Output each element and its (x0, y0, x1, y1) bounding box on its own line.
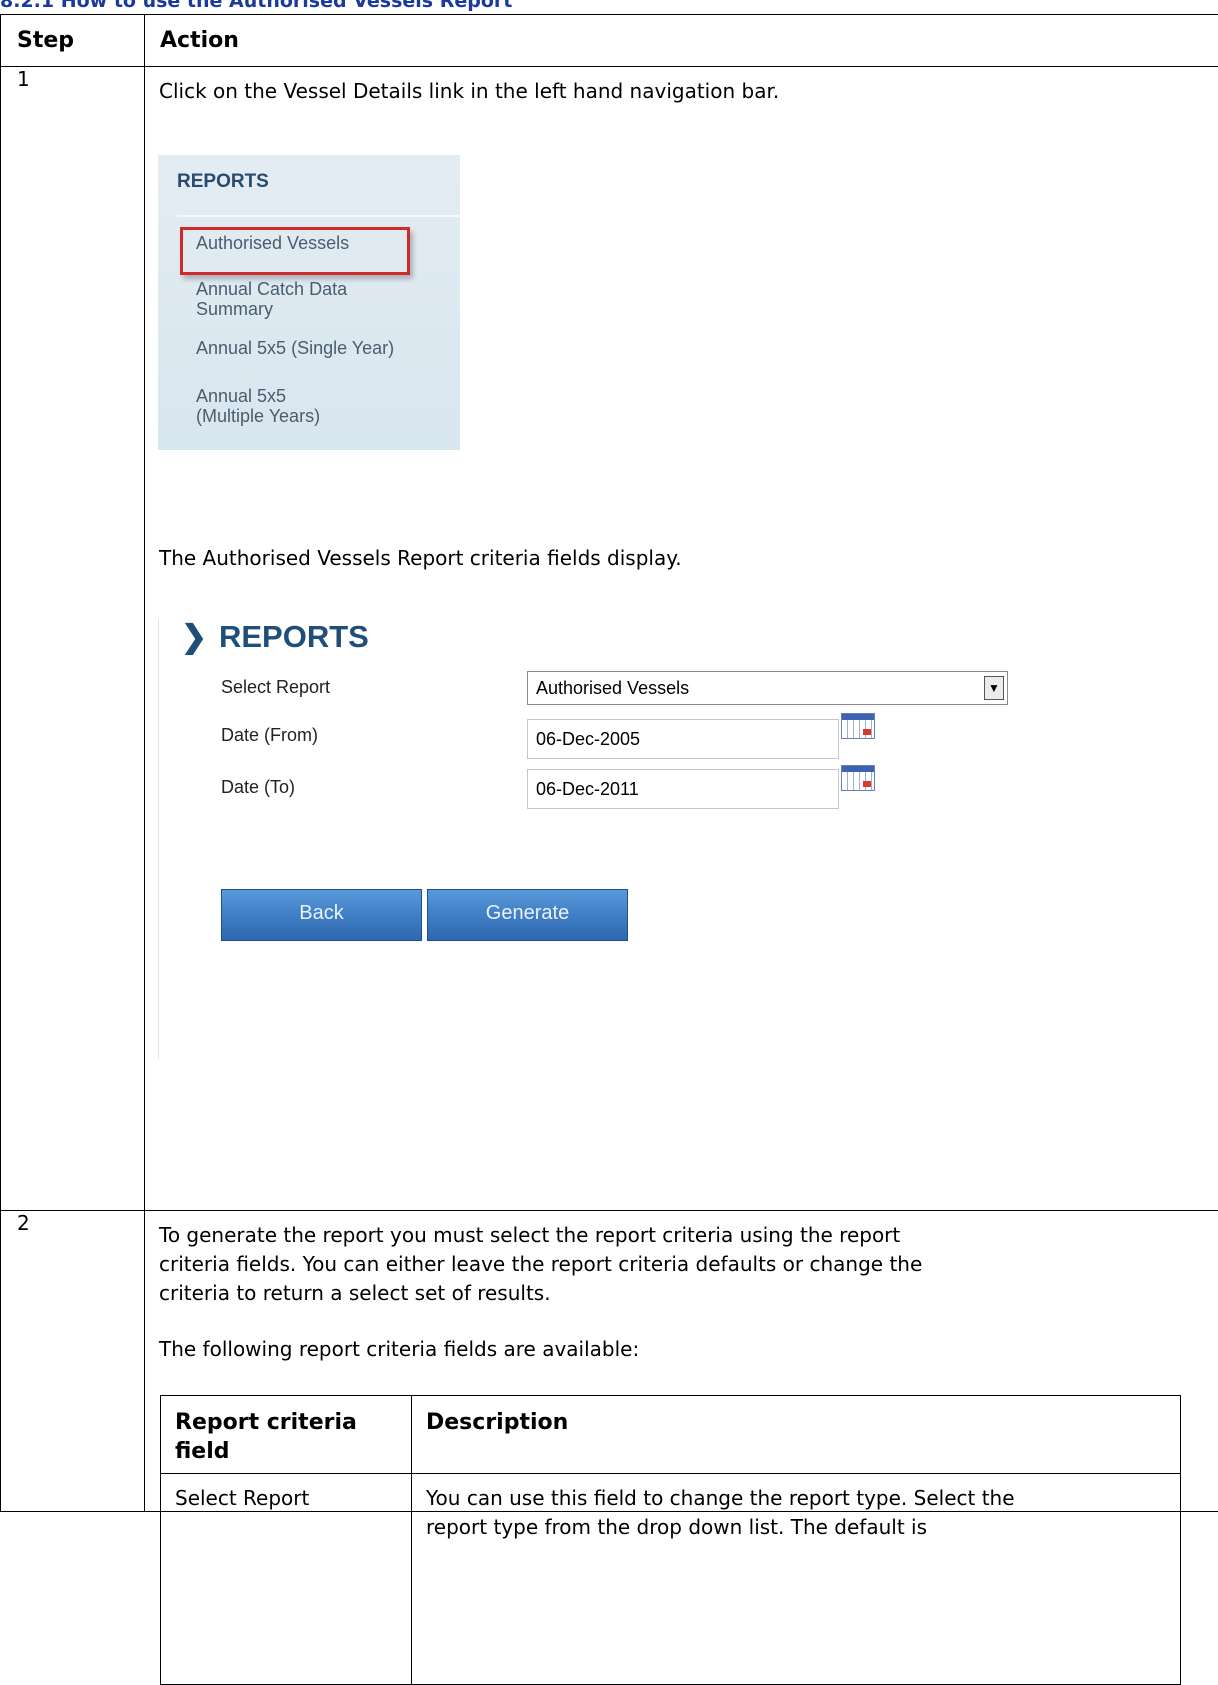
action-column-header: Action (145, 15, 1218, 67)
back-button[interactable]: Back (221, 889, 422, 941)
instruction-text: Click on the Vessel Details link in the … (159, 77, 779, 106)
nav-item-label: Annual 5x5 (Single Year) (196, 338, 394, 358)
paragraph-line: criteria to return a select set of resul… (159, 1279, 551, 1308)
table-row: 2 To generate the report you must select… (1, 1211, 1218, 1512)
date-from-value: 06-Dec-2005 (536, 729, 640, 749)
criteria-header-row: Report criteria field Description (161, 1396, 1181, 1474)
steps-table: Step Action 1 Click on the Vessel Detail… (0, 14, 1218, 1512)
nav-item-label: Annual Catch Data (196, 279, 347, 299)
display-text: The Authorised Vessels Report criteria f… (159, 544, 682, 573)
reports-form-screenshot: ❯ REPORTS Select Report Authorised Vessel… (158, 619, 899, 1059)
step-number: 1 (1, 67, 145, 1211)
steps-header-row: Step Action (1, 15, 1218, 67)
nav-item-label: Summary (196, 299, 273, 319)
reports-title: REPORTS (219, 619, 369, 654)
nav-item-annual-5x5-single[interactable]: Annual 5x5 (Single Year) (196, 338, 394, 358)
description-cell: You can use this field to change the rep… (412, 1474, 1181, 1685)
date-from-input[interactable]: 06-Dec-2005 (527, 719, 839, 759)
nav-item-label: (Multiple Years) (196, 406, 320, 426)
step-column-header: Step (1, 15, 145, 67)
chevron-down-icon[interactable]: ▼ (984, 676, 1004, 700)
nav-item-label: Annual 5x5 (196, 386, 286, 406)
date-to-input[interactable]: 06-Dec-2011 (527, 769, 839, 809)
criteria-field-cell: Select Report (161, 1474, 412, 1685)
available-fields-text: The following report criteria fields are… (159, 1335, 639, 1364)
paragraph-line: To generate the report you must select t… (159, 1221, 900, 1250)
section-heading: 8.2.1 How to use the Authorised Vessels … (0, 0, 512, 12)
highlight-box (180, 227, 410, 275)
calendar-icon[interactable] (841, 713, 875, 739)
nav-divider (177, 215, 460, 217)
select-report-dropdown[interactable]: Authorised Vessels ▼ (527, 671, 1008, 705)
nav-item-annual-catch-data-summary[interactable]: Annual Catch Data Summary (196, 279, 347, 319)
action-cell: Click on the Vessel Details link in the … (145, 67, 1218, 1211)
date-from-label: Date (From) (221, 725, 318, 746)
generate-button[interactable]: Generate (427, 889, 628, 941)
criteria-table: Report criteria field Description Select… (160, 1395, 1181, 1685)
select-report-label: Select Report (221, 677, 330, 698)
action-cell: To generate the report you must select t… (145, 1211, 1218, 1512)
description-line: You can use this field to change the rep… (426, 1486, 1015, 1510)
reports-nav-screenshot: REPORTS Authorised Vessels Annual Catch … (158, 155, 460, 450)
step-number: 2 (1, 1211, 145, 1512)
select-report-value: Authorised Vessels (536, 678, 689, 698)
date-to-value: 06-Dec-2011 (536, 779, 639, 799)
reports-header: ❯ REPORTS (181, 619, 369, 655)
description-line: report type from the drop down list. The… (426, 1515, 927, 1539)
criteria-field-header: Report criteria field (161, 1396, 412, 1474)
date-to-label: Date (To) (221, 777, 295, 798)
chevron-right-icon: ❯ (181, 619, 207, 654)
table-row: Select Report You can use this field to … (161, 1474, 1181, 1685)
header-line: field (175, 1439, 230, 1464)
nav-reports-title: REPORTS (177, 171, 269, 193)
table-row: 1 Click on the Vessel Details link in th… (1, 67, 1218, 1211)
header-line: Report criteria (175, 1410, 357, 1435)
nav-item-annual-5x5-multiple[interactable]: Annual 5x5 (Multiple Years) (196, 386, 320, 426)
description-header: Description (412, 1396, 1181, 1474)
calendar-icon[interactable] (841, 765, 875, 791)
paragraph-line: criteria fields. You can either leave th… (159, 1250, 922, 1279)
